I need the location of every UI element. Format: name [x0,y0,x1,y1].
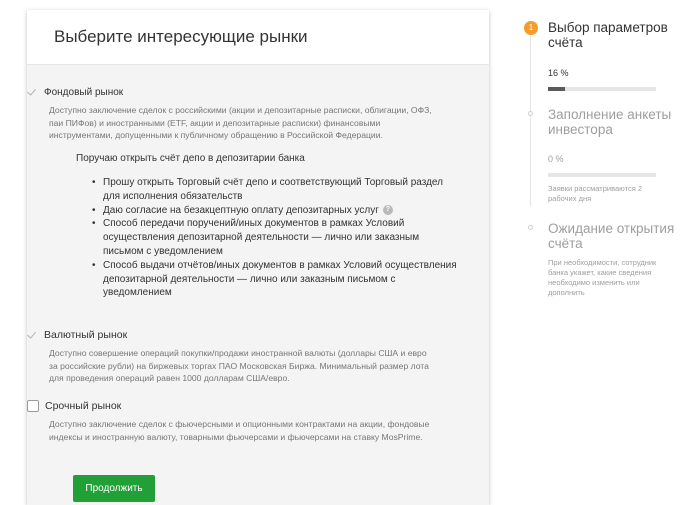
step-2-progress-text: 0 % [548,154,564,164]
page-title: Выберите интересующие рынки [54,27,308,46]
step-3-note: При необходимости, сотрудник банка укаже… [548,258,657,297]
list-item-text: Прошу открыть Торговый счёт депо и соотв… [103,177,443,202]
currency-market-description: Доступно совершение операций покупки/про… [49,348,429,384]
futures-market-checkbox-row[interactable]: Срочный рынок [27,398,437,414]
currency-market-section: Валютный рынок Доступно совершение опера… [27,327,437,385]
step-3-title: Ожидание открытия счёта [548,221,675,251]
stock-market-section: Фондовый рынок Доступно заключение сдело… [27,84,437,142]
depo-conditions-list: Прошу открыть Торговый счёт депо и соотв… [92,176,462,300]
stock-market-description: Доступно заключение сделок с российскими… [49,105,432,141]
step-2-progress-bar [548,173,656,177]
list-item-text: Способ выдачи отчётов/иных документов в … [103,259,457,299]
card-header: Выберите интересующие рынки [27,10,489,65]
step-1-progress-text: 16 % [548,68,569,78]
step-1-badge: 1 [524,21,538,35]
step-3-dot-icon [528,225,533,230]
depo-account-title: Поручаю открыть счёт депо в депозитарии … [76,153,305,164]
stock-market-checkbox[interactable] [27,87,38,98]
steps-timeline-line [530,36,531,206]
stock-market-checkbox-row[interactable]: Фондовый рынок [27,84,437,100]
help-icon[interactable]: ? [382,204,393,215]
futures-market-description: Доступно заключение сделок с фьючерсными… [49,419,430,442]
step-2-dot-icon [528,111,533,116]
currency-market-checkbox[interactable] [27,330,38,341]
list-item-text: Даю согласие на безакцептную оплату депо… [103,204,379,216]
list-item: Способ передачи поручений/иных документо… [92,217,462,258]
list-item: Даю согласие на безакцептную оплату депо… [92,204,462,218]
list-item: Прошу открыть Торговый счёт депо и соотв… [92,176,462,204]
step-2-title: Заполнение анкеты инвестора [548,107,672,137]
futures-market-label: Срочный рынок [45,400,122,412]
futures-market-section: Срочный рынок Доступно заключение сделок… [27,398,437,443]
step-1-progress-bar [548,87,656,91]
currency-market-checkbox-row[interactable]: Валютный рынок [27,327,437,343]
stock-market-label: Фондовый рынок [44,86,124,98]
step-1-progress-fill [548,87,566,91]
list-item: Способ выдачи отчётов/иных документов в … [92,259,462,300]
futures-market-checkbox[interactable] [27,400,39,412]
step-1-title: Выбор параметров счёта [548,20,668,50]
list-item-text: Способ передачи поручений/иных документо… [103,218,420,257]
currency-market-label: Валютный рынок [44,329,128,341]
step-2-note: Заявки рассматриваются 2 рабочих дня [548,184,643,203]
continue-button[interactable]: Продолжить [73,475,155,502]
